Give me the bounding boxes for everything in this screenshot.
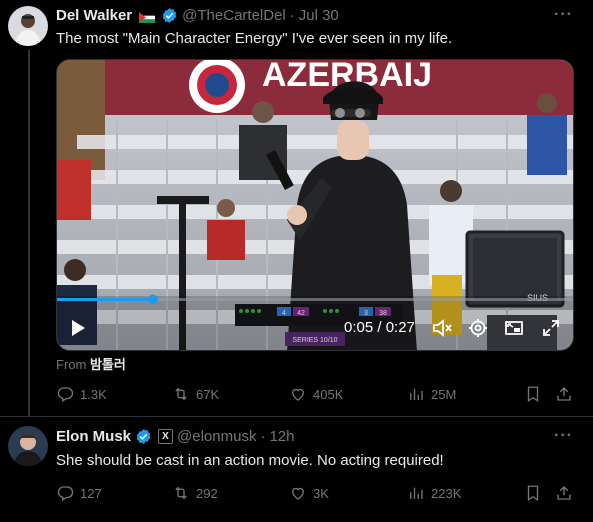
tweet-actions: 127 292 3K 223K <box>56 484 576 504</box>
reply-button[interactable]: 127 <box>56 484 102 502</box>
analytics-icon <box>410 388 423 400</box>
handle[interactable]: @elonmusk <box>177 428 256 445</box>
share-icon <box>557 486 571 500</box>
reply-icon <box>57 387 74 402</box>
views-button[interactable]: 223K <box>407 484 461 502</box>
progress-fill <box>57 298 153 301</box>
from-user[interactable]: 밤톨러 <box>90 357 126 372</box>
analytics-icon <box>410 487 423 499</box>
display-name[interactable]: Elon Musk <box>56 428 131 445</box>
tweet-del-walker[interactable]: Del Walker @TheCartelDel · Jul 30 ··· Th… <box>0 0 593 416</box>
reply-icon <box>57 486 74 501</box>
bookmark-button[interactable] <box>524 385 542 403</box>
like-count: 405K <box>313 386 344 402</box>
more-horizontal-icon[interactable]: ··· <box>554 427 573 445</box>
repost-icon <box>175 387 187 401</box>
timestamp[interactable]: 12h <box>269 428 294 445</box>
bookmark-button[interactable] <box>524 484 542 502</box>
affiliation-x-icon[interactable]: X <box>158 429 174 444</box>
tweet-text: She should be cast in an action movie. N… <box>56 452 444 469</box>
verified-badge-icon[interactable] <box>161 7 178 24</box>
progress-handle[interactable] <box>148 294 158 305</box>
avatar[interactable] <box>8 426 48 466</box>
picture-in-picture-icon[interactable] <box>504 318 524 338</box>
repost-count: 292 <box>196 485 218 501</box>
avatar[interactable] <box>8 6 48 46</box>
tweet-header: Del Walker @TheCartelDel · Jul 30 <box>56 7 339 24</box>
repost-button[interactable]: 292 <box>172 484 218 502</box>
view-count: 25M <box>431 386 457 402</box>
verified-badge-icon[interactable] <box>135 428 152 445</box>
like-count: 3K <box>313 485 329 501</box>
video-time: 0:05 / 0:27 <box>344 319 415 336</box>
bookmark-icon <box>527 386 539 403</box>
share-button[interactable] <box>555 484 573 502</box>
share-button[interactable] <box>555 385 573 403</box>
from-label: From <box>56 357 87 372</box>
play-icon[interactable] <box>69 318 87 338</box>
share-icon <box>557 387 571 401</box>
timestamp[interactable]: Jul 30 <box>299 7 339 24</box>
tweet-text: The most "Main Character Energy" I've ev… <box>56 30 453 47</box>
thread-line <box>28 50 30 416</box>
like-button[interactable]: 3K <box>289 484 329 502</box>
separator: · <box>289 7 295 24</box>
tweet-header: Elon Musk X @elonmusk · 12h <box>56 428 294 445</box>
fullscreen-icon[interactable] <box>541 318 561 338</box>
heart-icon <box>292 487 304 500</box>
video-frame: AZERBAIJ 4 42 3 38 SERIES 10/10 <box>57 60 573 350</box>
views-button[interactable]: 25M <box>407 385 456 403</box>
display-name[interactable]: Del Walker <box>56 7 132 24</box>
tweet-actions: 1.3K 67K 405K 25M <box>56 385 576 405</box>
handle[interactable]: @TheCartelDel <box>182 7 286 24</box>
bookmark-icon <box>527 485 539 502</box>
palestine-flag-icon <box>139 10 156 23</box>
reply-count: 1.3K <box>80 386 107 402</box>
media-attribution: From 밤톨러 <box>56 354 126 373</box>
repost-count: 67K <box>196 386 220 402</box>
tweet-elon-musk[interactable]: Elon Musk X @elonmusk · 12h ··· She shou… <box>0 417 593 522</box>
like-button[interactable]: 405K <box>289 385 343 403</box>
video-player[interactable]: AZERBAIJ 4 42 3 38 SERIES 10/10 0:05 / 0… <box>56 59 574 351</box>
volume-muted-icon[interactable] <box>432 318 454 338</box>
reply-count: 127 <box>80 485 102 501</box>
settings-icon[interactable] <box>468 318 488 338</box>
repost-button[interactable]: 67K <box>172 385 219 403</box>
reply-button[interactable]: 1.3K <box>56 385 107 403</box>
view-count: 223K <box>431 485 462 501</box>
heart-icon <box>292 388 304 401</box>
repost-icon <box>175 486 187 500</box>
separator: · <box>260 428 266 445</box>
more-horizontal-icon[interactable]: ··· <box>554 6 573 24</box>
